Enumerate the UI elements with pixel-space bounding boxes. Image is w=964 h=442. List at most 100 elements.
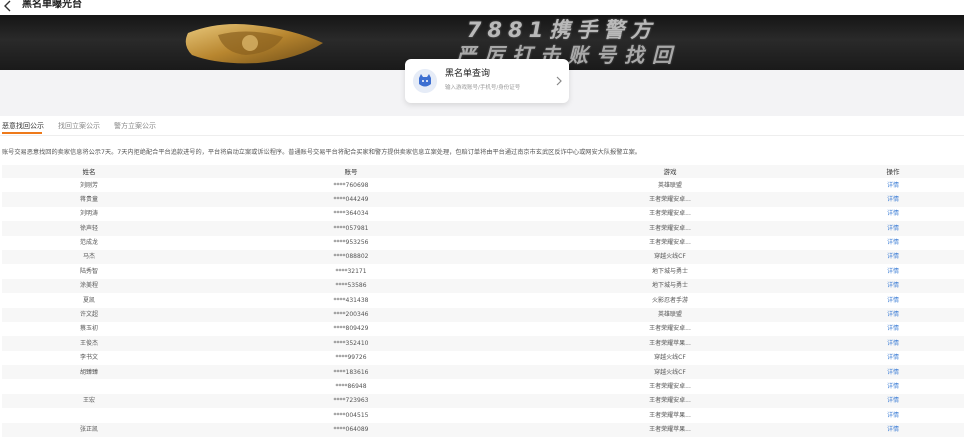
tab-police-case[interactable]: 警方立案公示	[114, 122, 156, 131]
cell-account: ****057981	[333, 224, 369, 232]
cell-name: 涂美程	[79, 282, 99, 290]
detail-link[interactable]: 详情	[887, 297, 899, 305]
cell-game: 王者荣耀安卓...	[649, 210, 691, 218]
page-title: 黑名单曝光台	[22, 0, 82, 10]
detail-link[interactable]: 详情	[887, 182, 899, 190]
blacklist-query-card[interactable]: 黑名单查询 输入游戏账号/手机号/身份证号	[405, 59, 569, 103]
cell-account: ****86948	[335, 382, 367, 390]
cell-game: 王者荣耀安卓...	[649, 195, 691, 203]
cell-name: 蒋贵童	[79, 195, 99, 203]
cell-game: 王者荣耀安卓...	[649, 325, 691, 333]
cell-account: ****32171	[335, 267, 367, 275]
cell-game: 王者荣耀苹果...	[649, 339, 691, 347]
cell-account: ****723963	[333, 397, 369, 405]
table-row: 涂美程 ****53586 地下城与勇士 详情	[2, 278, 964, 294]
table-row: 胡臻臻 ****183616 穿越火线CF 详情	[2, 365, 964, 380]
table-row: 许文超 ****200346 英雄联盟 详情	[2, 307, 964, 322]
cell-account: ****183616	[333, 368, 369, 376]
query-card-title: 黑名单查询	[445, 69, 491, 79]
notice-text: 账号交易恶意找回的卖家信息将公示7天。7天内拒绝配合平台追款进号的，平台将启动立…	[2, 149, 641, 156]
blacklist-table: 姓名 账号 游戏 操作 刘刚芳 ****760698 英雄联盟 详情 蒋贵童 ****04…	[2, 165, 964, 438]
cell-name: 陆秀智	[79, 267, 99, 275]
cell-account: ****044249	[333, 195, 369, 203]
cell-name: 许文超	[79, 311, 99, 319]
cell-game: 王者荣耀安卓...	[649, 382, 691, 390]
cat-face-icon	[413, 69, 437, 93]
cell-account: ****431438	[333, 296, 369, 304]
detail-link[interactable]: 详情	[887, 210, 899, 218]
detail-link[interactable]: 详情	[887, 239, 899, 247]
cell-game: 王者荣耀苹果...	[649, 426, 691, 434]
table-header: 姓名 账号 游戏 操作	[2, 165, 964, 178]
cell-game: 穿越火线CF	[654, 368, 686, 376]
chevron-left-icon[interactable]	[2, 0, 16, 13]
cell-name: 张正凯	[79, 426, 99, 434]
detail-link[interactable]: 详情	[887, 282, 899, 290]
detail-link[interactable]: 详情	[887, 383, 899, 391]
cell-account: ****99726	[335, 354, 367, 362]
cell-account: ****760698	[333, 181, 369, 189]
column-header-action: 操作	[886, 168, 900, 176]
cell-name: 范成龙	[79, 239, 99, 247]
table-row: 张正凯 ****064089 王者荣耀苹果... 详情	[2, 422, 964, 438]
tab-recovery-case[interactable]: 找回立案公示	[58, 122, 100, 131]
detail-link[interactable]: 详情	[887, 340, 899, 348]
cell-game: 地下城与勇士	[651, 282, 689, 290]
tab-malicious-recovery[interactable]: 恶意找回公示	[2, 122, 44, 131]
detail-link[interactable]: 详情	[887, 253, 899, 261]
table-row: 马杰 ****088802 穿越火线CF 详情	[2, 249, 964, 265]
detail-link[interactable]: 详情	[887, 397, 899, 405]
cell-name: 王宏	[82, 397, 96, 405]
cell-account: ****004515	[333, 411, 369, 419]
cell-account: ****200346	[333, 311, 369, 319]
cell-account: ****352410	[333, 339, 369, 347]
cell-game: 火影忍者手游	[651, 296, 689, 304]
detail-link[interactable]: 详情	[887, 196, 899, 204]
column-header-account: 账号	[344, 168, 358, 176]
table-row: 陆秀智 ****32171 地下城与勇士 详情	[2, 264, 964, 278]
cell-game: 穿越火线CF	[654, 354, 686, 362]
cell-game: 英雄联盟	[657, 311, 683, 319]
cell-name: 刘明涛	[79, 210, 99, 218]
table-row: 范成龙 ****953256 王者荣耀安卓... 详情	[2, 236, 964, 250]
column-header-name: 姓名	[82, 168, 96, 176]
table-row: 夏凯 ****431438 火影忍者手游 详情	[2, 293, 964, 307]
detail-link[interactable]: 详情	[887, 354, 899, 362]
cell-name: 刘刚芳	[79, 181, 99, 189]
cell-name: 徐声轻	[79, 224, 99, 232]
query-card-subtitle: 输入游戏账号/手机号/身份证号	[445, 85, 521, 91]
cell-game: 王者荣耀苹果...	[649, 411, 691, 419]
active-tab-indicator	[2, 132, 42, 134]
detail-link[interactable]: 详情	[887, 225, 899, 233]
detail-link[interactable]: 详情	[887, 268, 899, 276]
cell-name: 夏凯	[82, 296, 96, 304]
table-row: 徐声轻 ****057981 王者荣耀安卓... 详情	[2, 221, 964, 236]
column-header-game: 游戏	[663, 168, 677, 176]
cell-game: 地下城与勇士	[651, 267, 689, 275]
cell-account: ****088802	[333, 253, 369, 261]
table-row: 刘刚芳 ****760698 英雄联盟 详情	[2, 178, 964, 192]
cell-account: ****064089	[333, 426, 369, 434]
chevron-right-icon	[556, 76, 562, 86]
cell-account: ****953256	[333, 239, 369, 247]
detail-link[interactable]: 详情	[887, 412, 899, 420]
cell-name: 蔡玉初	[79, 325, 99, 333]
cell-name: 李书文	[79, 354, 99, 362]
detail-link[interactable]: 详情	[887, 426, 899, 434]
cell-game: 穿越火线CF	[654, 253, 686, 261]
cell-name: 胡臻臻	[79, 368, 99, 376]
cell-account: ****364034	[333, 210, 369, 218]
cell-game: 王者荣耀安卓...	[649, 239, 691, 247]
police-badge-icon	[185, 24, 323, 64]
cell-name: 王俊杰	[79, 339, 99, 347]
detail-link[interactable]: 详情	[887, 369, 899, 377]
detail-link[interactable]: 详情	[887, 311, 899, 319]
table-row: 蔡玉初 ****809429 王者荣耀安卓... 详情	[2, 322, 964, 336]
table-row: 李书文 ****99726 穿越火线CF 详情	[2, 351, 964, 365]
table-row: 刘明涛 ****364034 王者荣耀安卓... 详情	[2, 207, 964, 221]
detail-link[interactable]: 详情	[887, 325, 899, 333]
banner-headline: 7881携手警方	[466, 18, 658, 42]
cell-game: 英雄联盟	[657, 181, 683, 189]
cell-game: 王者荣耀安卓...	[649, 224, 691, 232]
table-row: 蒋贵童 ****044249 王者荣耀安卓... 详情	[2, 192, 964, 207]
